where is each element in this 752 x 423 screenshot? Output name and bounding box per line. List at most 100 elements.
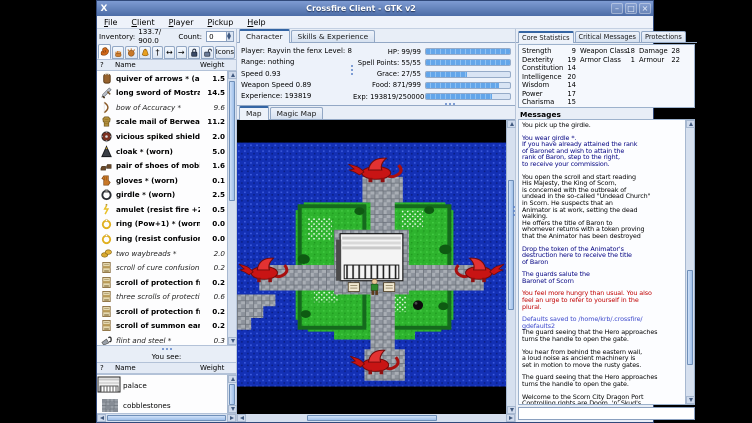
scroll-right-icon[interactable] [506, 414, 515, 422]
inventory-scrollbar[interactable] [227, 71, 236, 345]
scrollbar-thumb[interactable] [687, 270, 693, 365]
stat-value: 20 [566, 73, 576, 81]
menu-player[interactable]: Player [162, 18, 201, 27]
title-bar[interactable]: X Crossfire Client - GTK v2 – □ × [97, 1, 653, 16]
flag-column-header[interactable]: ? [97, 364, 115, 372]
claw-filter-button[interactable] [98, 44, 111, 59]
icons-dropdown-button[interactable]: Icons ▾ [215, 46, 235, 59]
scroll-left-icon[interactable] [237, 414, 246, 422]
tab-core-statistics[interactable]: Core Statistics [518, 31, 574, 43]
bar-fill [426, 60, 510, 65]
scroll-down-icon[interactable] [686, 396, 695, 404]
inventory-item-row[interactable]: ring (Pow+1) * (worn)0.0 [97, 217, 227, 232]
spin-up-icon[interactable] [227, 32, 231, 36]
tab-character[interactable]: Character [239, 29, 290, 43]
item-weight: 0.2 [200, 263, 227, 272]
inventory-item-row[interactable]: gloves * (worn)0.1 [97, 173, 227, 188]
bar-fill [426, 83, 499, 88]
inventory-rows: quiver of arrows * (activ1.5long sword o… [97, 71, 227, 345]
inventory-item-row[interactable]: quiver of arrows * (activ1.5 [97, 71, 227, 86]
inventory-item-row[interactable]: scale mail of Berwean +211.2 [97, 115, 227, 130]
scroll-down-icon[interactable] [507, 406, 516, 414]
scrollbar-thumb[interactable] [107, 415, 226, 421]
menu-client[interactable]: Client [124, 18, 161, 27]
minimize-button[interactable]: – [611, 3, 623, 14]
scroll-up-icon[interactable] [228, 375, 237, 383]
scroll-down-icon[interactable] [228, 405, 237, 413]
dagger-filter-button[interactable]: † [152, 46, 163, 59]
name-column-header[interactable]: Name [115, 61, 200, 69]
scroll-down-icon[interactable] [228, 337, 237, 345]
character-info-line: Weapon Speed 0.89 [241, 81, 353, 89]
name-column-header[interactable]: Name [115, 364, 200, 372]
hand-grab-filter-button[interactable] [125, 46, 138, 59]
inventory-item-row[interactable]: long sword of Mostrai +314.5 [97, 86, 227, 101]
flag-column-header[interactable]: ? [97, 61, 115, 69]
spin-down-icon[interactable] [227, 36, 231, 40]
inventory-item-row[interactable]: scroll of summon earth elem0.2 [97, 319, 227, 334]
inventory-item-row[interactable]: ring (resist confusion +2!0.0 [97, 231, 227, 246]
count-spinner-arrows[interactable] [226, 32, 233, 41]
inventory-item-row[interactable]: pair of shoes of mobility1.6 [97, 158, 227, 173]
scroll-left-icon[interactable] [97, 414, 106, 422]
menu-pickup[interactable]: Pickup [200, 18, 240, 27]
tab-map[interactable]: Map [239, 106, 269, 120]
item-weight: 0.3 [200, 336, 227, 345]
ground-item-row[interactable]: cobblestones [97, 395, 227, 413]
character-tab-bar: CharacterSkills & Experience [237, 29, 515, 43]
inventory-item-row[interactable]: cloak * (worn)5.0 [97, 144, 227, 159]
inventory-item-row[interactable]: three scrolls of protection fro0.6 [97, 289, 227, 304]
desktop-background: X Crossfire Client - GTK v2 – □ × FileCl… [0, 0, 752, 423]
inventory-item-row[interactable]: girdle * (worn)2.5 [97, 188, 227, 203]
tab-skills-experience[interactable]: Skills & Experience [291, 30, 376, 42]
count-value[interactable]: 0 [207, 32, 226, 41]
bar-label: Spell Points: 55/55 [353, 59, 425, 67]
map-vertical-scrollbar[interactable] [506, 120, 515, 414]
inventory-column-headers: ? Name Weight [97, 59, 236, 71]
scrollbar-thumb[interactable] [229, 384, 235, 405]
inventory-item-row[interactable]: two waybreads *2.0 [97, 246, 227, 261]
count-spinner[interactable]: 0 [206, 31, 234, 42]
scroll-up-icon[interactable] [228, 71, 237, 79]
ground-item-row[interactable]: palace [97, 375, 227, 395]
hand-filter-button[interactable] [112, 46, 125, 59]
right-arrow-filter-button[interactable]: → [176, 46, 187, 59]
inventory-item-row[interactable]: amulet (resist fire +20) *0.5 [97, 202, 227, 217]
bag-filter-button[interactable] [139, 46, 152, 59]
tab-magic-map[interactable]: Magic Map [270, 107, 324, 119]
close-button[interactable]: × [639, 3, 651, 14]
inventory-item-row[interactable]: scroll of protection from attac0.2 [97, 275, 227, 290]
inventory-item-row[interactable]: flint and steel *0.3 [97, 333, 227, 345]
swap-arrows-filter-button[interactable]: ↔ [164, 46, 175, 59]
pane-splitter-handle[interactable] [513, 206, 515, 216]
splitter-handle-icon[interactable] [445, 103, 455, 105]
map-horizontal-scrollbar[interactable] [237, 414, 515, 422]
inventory-item-row[interactable]: bow of Accuracy *9.6 [97, 100, 227, 115]
messages-scrollbar[interactable] [685, 120, 694, 404]
scrollbar-thumb[interactable] [229, 81, 235, 201]
tab-critical-messages[interactable]: Critical Messages [575, 31, 641, 42]
inventory-item-row[interactable]: scroll of protection from canc0.2 [97, 304, 227, 319]
scroll-right-icon[interactable] [227, 414, 236, 422]
command-input[interactable] [518, 407, 695, 420]
inventory-item-row[interactable]: vicious spiked shield +12.0 [97, 129, 227, 144]
ground-scrollbar[interactable] [227, 375, 236, 413]
lock-open-filter-button[interactable] [201, 46, 214, 59]
menu-help[interactable]: Help [240, 18, 272, 27]
scrollbar-thumb[interactable] [508, 180, 514, 310]
weight-column-header[interactable]: Weight [200, 364, 236, 372]
scroll-up-icon[interactable] [686, 120, 695, 128]
map-section: MapMagic Map [237, 105, 515, 422]
statistics-tab-bar: Core StatisticsCritical MessagesProtecti… [516, 29, 697, 43]
lock-closed-filter-button[interactable] [188, 46, 201, 59]
game-map-view[interactable] [237, 120, 506, 414]
weight-column-header[interactable]: Weight [200, 61, 236, 69]
maximize-button[interactable]: □ [625, 3, 637, 14]
ground-horizontal-scrollbar[interactable] [97, 414, 236, 422]
scroll-up-icon[interactable] [507, 120, 516, 128]
menu-file[interactable]: File [97, 18, 124, 27]
tab-protections[interactable]: Protections [641, 31, 686, 42]
splitter-handle-icon[interactable] [351, 65, 353, 75]
scrollbar-thumb[interactable] [307, 415, 437, 421]
inventory-item-row[interactable]: scroll of cure confusion (lvl 70.2 [97, 260, 227, 275]
